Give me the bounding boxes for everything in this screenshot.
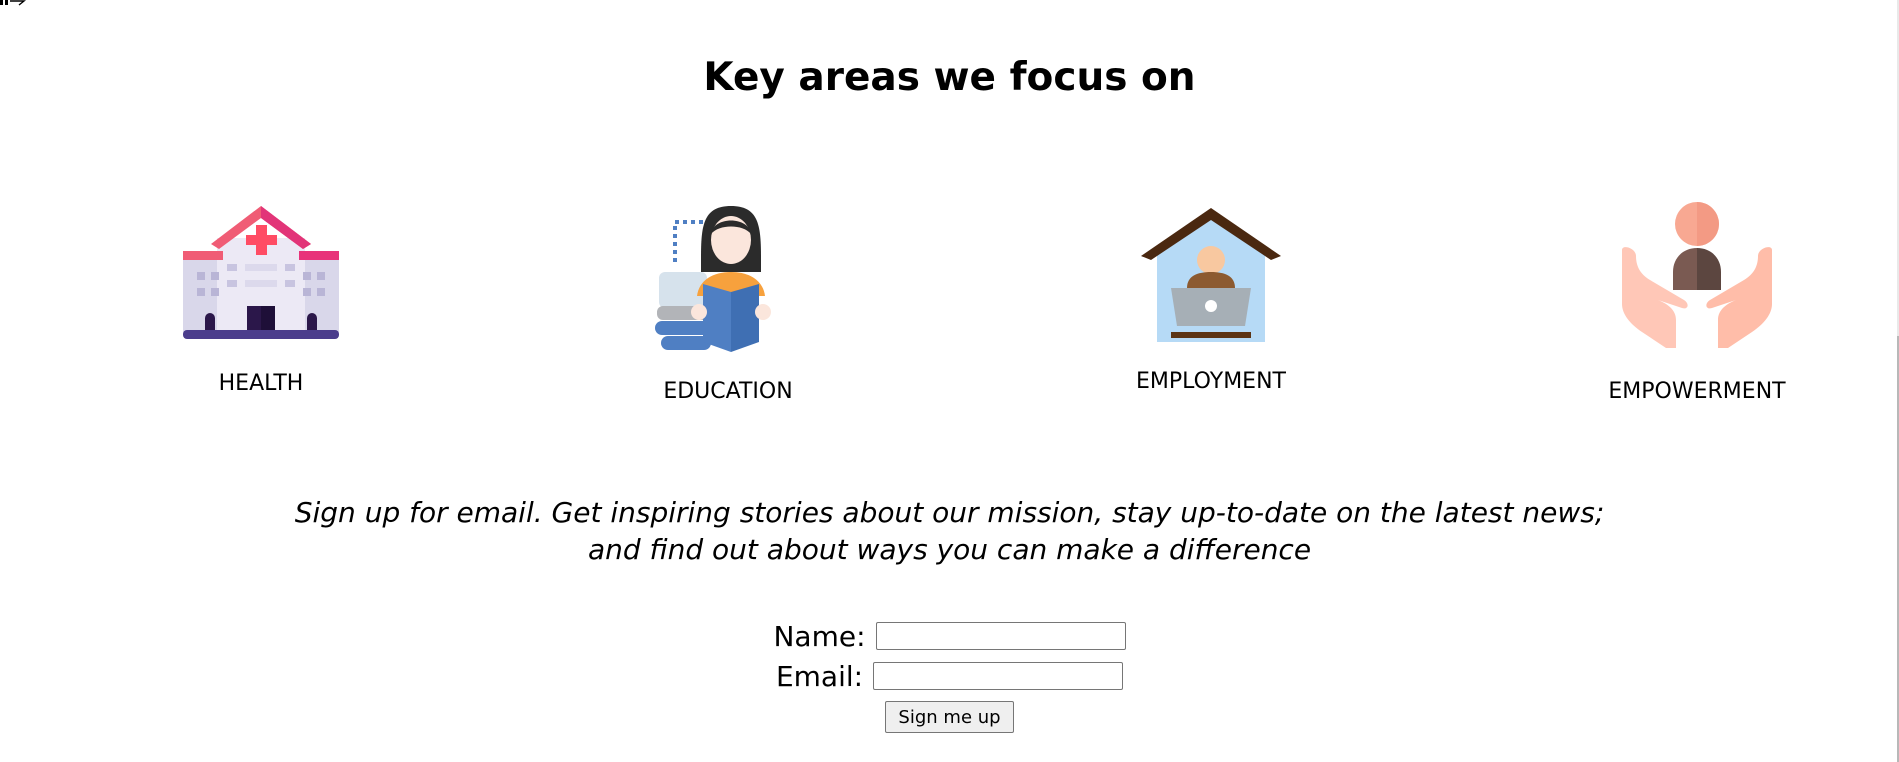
focus-area-employment: EMPLOYMENT (1081, 200, 1341, 396)
focus-area-label: EMPLOYMENT (1136, 369, 1286, 394)
signup-intro-text: Sign up for email. Get inspiring stories… (0, 494, 1899, 568)
hospital-icon (183, 206, 339, 339)
focus-area-empowerment: EMPOWERMENT (1567, 200, 1827, 406)
email-field[interactable] (873, 662, 1124, 690)
name-row: Name: (0, 616, 1899, 656)
name-field[interactable] (875, 622, 1126, 650)
signup-form: Name: Email: Sign me up (0, 616, 1899, 736)
email-label: Email: (775, 659, 864, 693)
reading-woman-icon (655, 206, 771, 352)
focus-area-health: HEALTH (131, 200, 391, 398)
page-title: Key areas we focus on (703, 55, 1196, 100)
hands-person-icon (1622, 202, 1772, 348)
signup-intro-line-1: Sign up for email. Get inspiring stories… (294, 496, 1605, 529)
work-from-home-icon (1141, 208, 1281, 342)
page: Key areas we focus on HEALTH EDUCATION E… (0, 0, 1899, 762)
email-row: Email: (0, 656, 1899, 696)
name-label: Name: (773, 619, 866, 653)
focus-area-label: EMPOWERMENT (1608, 379, 1786, 404)
submit-row: Sign me up (0, 698, 1899, 736)
focus-area-label: EDUCATION (663, 379, 793, 404)
focus-area-label: HEALTH (218, 371, 304, 396)
focus-area-education: EDUCATION (598, 200, 858, 406)
broken-markup-artifact (0, 0, 26, 6)
signup-intro-line-2: and find out about ways you can make a d… (587, 533, 1312, 566)
sign-me-up-button[interactable]: Sign me up (885, 701, 1014, 733)
